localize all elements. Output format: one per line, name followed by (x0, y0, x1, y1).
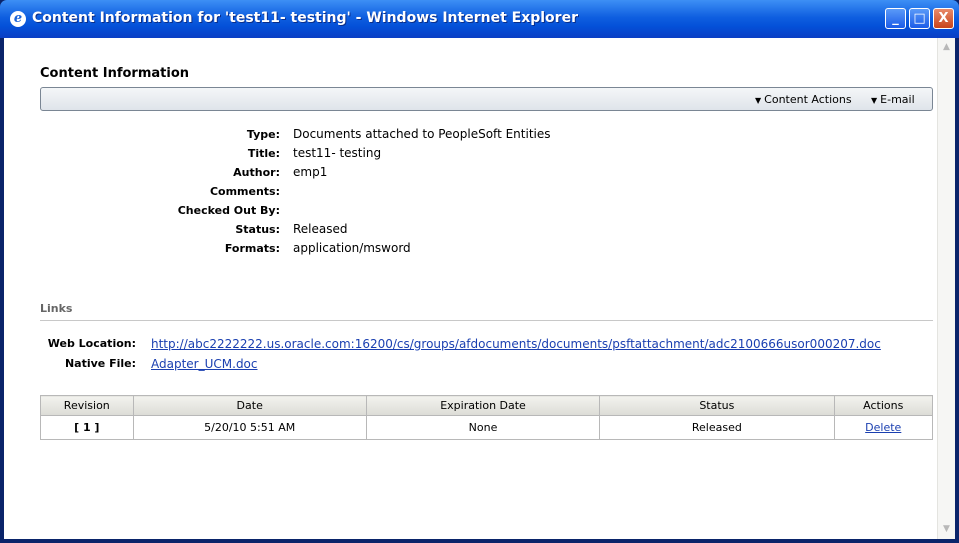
action-bar: ▼ Content Actions ▼ E-mail (40, 87, 933, 111)
column-header-date[interactable]: Date (132, 395, 367, 416)
column-header-revision[interactable]: Revision (40, 395, 134, 416)
info-label: Checked Out By: (177, 204, 280, 217)
email-menu[interactable]: ▼ E-mail (871, 93, 915, 106)
content-actions-menu[interactable]: ▼ Content Actions (755, 93, 852, 106)
info-row-comments: Comments: (40, 182, 840, 201)
date-cell: 5/20/10 5:51 AM (132, 415, 367, 440)
web-location-label: Web Location: (47, 337, 136, 350)
close-button[interactable]: X (933, 8, 954, 29)
divider (40, 320, 933, 321)
status-cell: Released (599, 415, 835, 440)
info-label: Type: (246, 128, 280, 141)
ie-window: e Content Information for 'test11- testi… (0, 0, 959, 543)
info-label: Status: (235, 223, 280, 236)
info-value: Released (293, 222, 348, 236)
web-location-link[interactable]: http://abc2222222.us.oracle.com:16200/cs… (151, 337, 881, 351)
column-header-expiration-date[interactable]: Expiration Date (365, 395, 601, 416)
ie-logo-icon: e (10, 11, 26, 27)
column-header-status[interactable]: Status (599, 395, 835, 416)
revisions-table: Revision Date Expiration Date Status Act… (40, 395, 934, 440)
browser-client-area: Content Information ▼ Content Actions ▼ E-… (4, 38, 955, 539)
info-value: emp1 (293, 165, 328, 179)
window-title: Content Information for 'test11- testing… (32, 10, 578, 26)
info-label: Title: (247, 147, 280, 160)
column-header-actions: Actions (833, 395, 934, 416)
links-heading: Links (40, 302, 73, 315)
table-header-row: Revision Date Expiration Date Status Act… (40, 395, 934, 416)
vertical-scrollbar[interactable]: ▲ ▼ (937, 38, 955, 539)
scroll-up-arrow-icon[interactable]: ▲ (939, 40, 954, 55)
page-content: Content Information ▼ Content Actions ▼ E-… (4, 38, 938, 539)
native-file-label: Native File: (64, 357, 136, 370)
title-bar[interactable]: e Content Information for 'test11- testi… (0, 0, 959, 38)
info-label: Formats: (224, 242, 280, 255)
chevron-down-icon: ▼ (871, 96, 878, 105)
info-value: Documents attached to PeopleSoft Entitie… (293, 127, 551, 141)
info-row-status: Status: Released (40, 220, 840, 239)
delete-link[interactable]: Delete (865, 421, 901, 434)
info-row-formats: Formats: application/msword (40, 239, 840, 258)
content-actions-label: Content Actions (764, 93, 852, 106)
actions-cell: Delete (833, 415, 934, 440)
email-label: E-mail (880, 93, 915, 106)
expiration-date-cell: None (365, 415, 601, 440)
info-row-title: Title: test11- testing (40, 144, 840, 163)
info-label: Comments: (209, 185, 280, 198)
content-info-list: Type: Documents attached to PeopleSoft E… (40, 125, 840, 258)
info-value: application/msword (293, 241, 411, 255)
table-row: [ 1 ] 5/20/10 5:51 AM None Released Dele… (40, 415, 934, 440)
revision-cell[interactable]: [ 1 ] (40, 415, 134, 440)
info-row-author: Author: emp1 (40, 163, 840, 182)
page-title: Content Information (40, 66, 190, 81)
info-value: test11- testing (293, 146, 382, 160)
scroll-down-arrow-icon[interactable]: ▼ (939, 522, 954, 537)
chevron-down-icon: ▼ (755, 96, 762, 105)
info-label: Author: (233, 166, 280, 179)
info-row-checked-out-by: Checked Out By: (40, 201, 840, 220)
native-file-link[interactable]: Adapter_UCM.doc (151, 357, 258, 371)
info-row-type: Type: Documents attached to PeopleSoft E… (40, 125, 840, 144)
minimize-button[interactable]: _ (885, 8, 906, 29)
maximize-button[interactable]: □ (909, 8, 930, 29)
